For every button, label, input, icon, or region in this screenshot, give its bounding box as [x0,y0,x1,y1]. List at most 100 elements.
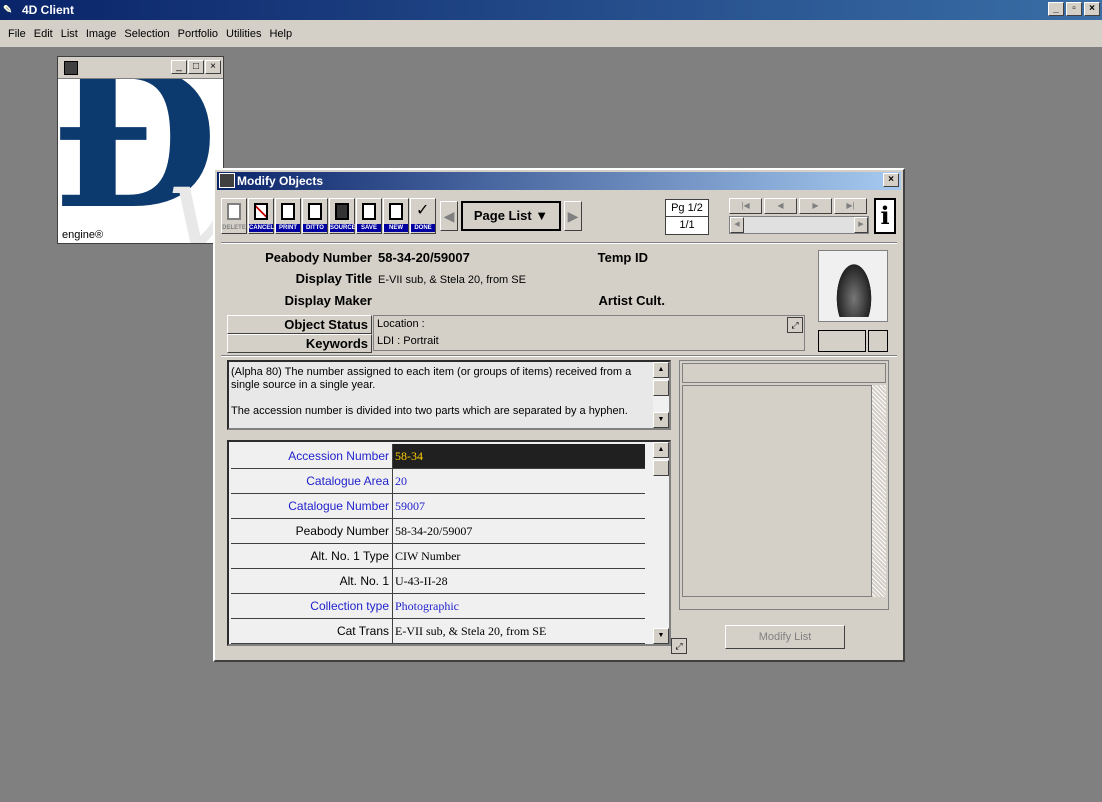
app-title-bar: ✎ 4D Client _ ▫ × [0,0,1102,20]
scroll-right-icon[interactable]: ▶ [854,217,868,233]
field-value[interactable]: Photographic [393,594,645,618]
next-record-button[interactable]: ▶ [799,198,832,214]
keywords-button[interactable]: Keywords [227,334,372,353]
record-scrollbar[interactable]: ◀ ▶ [729,216,869,234]
scroll-up-icon[interactable]: ▲ [653,442,669,458]
logo-window[interactable]: _ □ × Ð v engine® [57,56,224,244]
field-value[interactable]: U-43-II-28 [393,569,645,593]
menu-bar: File Edit List Image Selection Portfolio… [0,20,1102,47]
expand-location-icon[interactable]: ⤢ [787,317,803,333]
source-label: SOURCE [330,224,356,232]
scroll-down-icon[interactable]: ▼ [653,412,669,428]
field-value[interactable]: 59007 [393,494,645,518]
field-value[interactable]: 58-34 [393,444,645,468]
field-value[interactable]: 58-34-20/59007 [393,519,645,543]
menu-portfolio[interactable]: Portfolio [174,28,222,40]
keywords-text: LDI : Portrait [377,335,439,347]
field-label: Peabody Number [231,519,393,543]
related-list-panel [679,360,889,610]
field-label: Catalogue Area [231,469,393,493]
save-button[interactable]: SAVE [356,198,382,234]
info-button[interactable]: i [874,198,896,234]
media-button[interactable] [818,330,866,352]
menu-utilities[interactable]: Utilities [222,28,265,40]
window-icon [64,61,78,75]
done-label: DONE [411,224,435,232]
scroll-thumb[interactable] [653,460,669,476]
cancel-label: CANCEL [249,224,274,232]
table-row[interactable]: Alt. No. 1 U-43-II-28 [231,569,645,594]
fields-grid: Accession Number 58-34 Catalogue Area 20… [227,440,671,646]
help-scrollbar[interactable]: ▲ ▼ [653,362,669,428]
dialog-title: Modify Objects [237,174,324,188]
modify-list-button[interactable]: Modify List [725,625,845,649]
table-row[interactable]: Catalogue Number 59007 [231,494,645,519]
dialog-title-bar[interactable]: Modify Objects × [217,172,901,190]
maximize-button[interactable]: □ [188,60,204,74]
field-value[interactable]: CIW Number [393,544,645,568]
cancel-button[interactable]: CANCEL [248,198,274,234]
last-record-button[interactable]: ▶| [834,198,867,214]
first-record-button[interactable]: |◀ [729,198,762,214]
expand-grid-icon[interactable]: ⤢ [671,638,687,654]
field-label: Accession Number [231,444,393,468]
menu-help[interactable]: Help [265,28,296,40]
print-label: PRINT [276,224,300,232]
source-button[interactable]: SOURCE [329,198,356,234]
location-text: Location : [377,318,425,330]
logo-window-title-bar[interactable]: _ □ × [58,57,223,79]
divider [221,355,897,357]
done-button[interactable]: ✓ DONE [410,198,436,234]
new-button[interactable]: NEW [383,198,409,234]
menu-edit[interactable]: Edit [30,28,57,40]
app-icon: ✎ [3,4,13,16]
ditto-button[interactable]: DITTO [302,198,328,234]
dialog-close-button[interactable]: × [883,173,899,187]
object-status-button[interactable]: Object Status [227,315,372,334]
related-list[interactable] [682,385,872,597]
table-row[interactable]: Collection type Photographic [231,594,645,619]
menu-selection[interactable]: Selection [120,28,173,40]
menu-file[interactable]: File [4,28,30,40]
minimize-button[interactable]: _ [1048,2,1064,16]
table-row[interactable]: Catalogue Area 20 [231,469,645,494]
view-toggle-button[interactable] [868,330,888,352]
table-row[interactable]: Alt. No. 1 Type CIW Number [231,544,645,569]
table-row[interactable]: Peabody Number 58-34-20/59007 [231,519,645,544]
minimize-button[interactable]: _ [171,60,187,74]
page-indicator: Pg 1/2 1/1 [665,199,709,235]
temp-id-label: Temp ID [597,250,648,265]
table-row[interactable]: Accession Number 58-34 [231,444,645,469]
delete-button[interactable]: DELETE [221,198,247,234]
object-thumbnail[interactable] [818,250,888,322]
peabody-number-label: Peabody Number [265,250,372,265]
previous-record-button[interactable]: ◀ [764,198,797,214]
field-value[interactable]: E-VII sub, & Stela 20, from SE [393,619,645,643]
menu-list[interactable]: List [57,28,82,40]
scroll-down-icon[interactable]: ▼ [653,628,669,644]
close-button[interactable]: × [1084,2,1100,16]
scroll-left-icon[interactable]: ◀ [730,217,744,233]
print-button[interactable]: PRINT [275,198,301,234]
field-label: Alt. No. 1 Type [231,544,393,568]
restore-button[interactable]: ▫ [1066,2,1082,16]
menu-image[interactable]: Image [82,28,121,40]
modify-objects-dialog: Modify Objects × DELETE CANCEL PRINT DIT… [213,168,905,662]
field-value[interactable]: 20 [393,469,645,493]
list-scrollbar[interactable] [872,385,886,597]
help-line-1: (Alpha 80) The number assigned to each i… [231,366,632,391]
table-row[interactable]: Cat Trans E-VII sub, & Stela 20, from SE [231,619,645,644]
record-navigation: |◀ ◀ ▶ ▶| [729,198,867,214]
grid-scrollbar[interactable]: ▲ ▼ [653,442,669,644]
next-page-button[interactable]: ▶ [564,201,582,231]
close-button[interactable]: × [205,60,221,74]
help-line-2: The accession number is divided into two… [231,405,628,417]
scroll-thumb[interactable] [653,380,669,396]
new-page-icon [389,203,403,220]
dialog-icon [219,173,235,188]
page-list-dropdown[interactable]: Page List ▼ [461,201,561,231]
scroll-up-icon[interactable]: ▲ [653,362,669,378]
location-keywords-box[interactable]: Location : LDI : Portrait [373,315,805,351]
previous-page-button[interactable]: ◀ [440,201,458,231]
save-label: SAVE [357,224,381,232]
